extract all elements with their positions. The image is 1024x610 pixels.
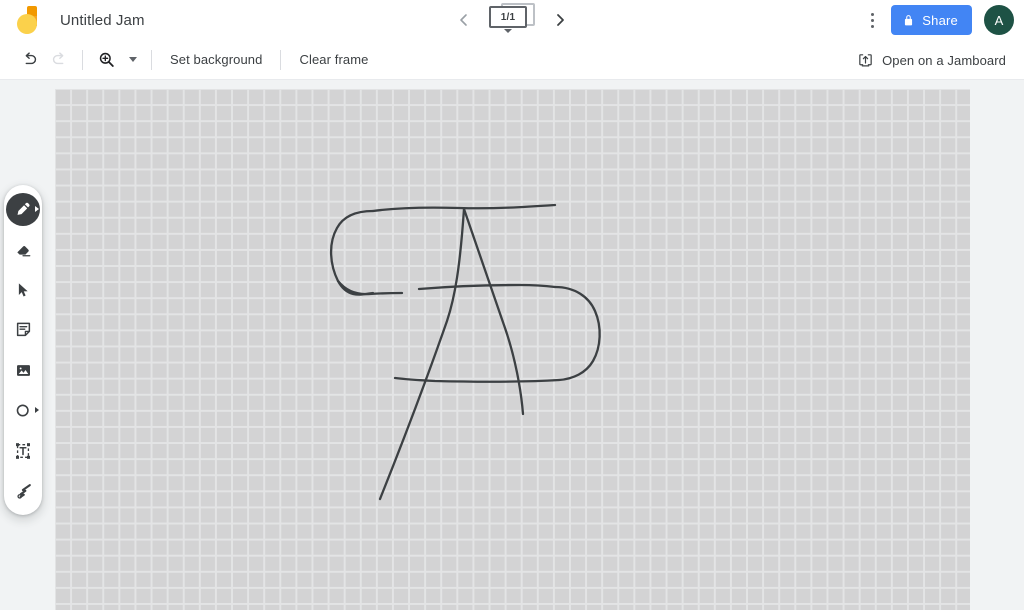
frame-navigation: 1/1: [451, 0, 573, 40]
tool-pen[interactable]: [6, 192, 40, 226]
chevron-down-icon: [504, 29, 512, 33]
next-frame-button[interactable]: [547, 7, 573, 33]
tool-eraser[interactable]: [6, 233, 40, 266]
image-icon: [16, 364, 30, 376]
zoom-options-button[interactable]: [121, 47, 143, 73]
jamboard-app: Untitled Jam 1/1 Share A Set background …: [0, 0, 1024, 610]
more-options-button[interactable]: [855, 3, 889, 37]
open-on-jamboard-button[interactable]: Open on a Jamboard: [849, 47, 1014, 74]
canvas-area: [0, 81, 1024, 610]
text-box-icon: [16, 442, 30, 459]
page-title[interactable]: Untitled Jam: [60, 12, 145, 29]
cursor-arrow-icon: [18, 283, 28, 297]
jam-canvas[interactable]: [55, 89, 970, 610]
toolbar-right-actions: Open on a Jamboard: [849, 40, 1014, 80]
clear-frame-button[interactable]: Clear frame: [289, 47, 378, 72]
tool-palette: [4, 185, 42, 515]
tool-text-box[interactable]: [6, 434, 40, 467]
toolbar-divider: [151, 49, 152, 70]
jamboard-logo-icon[interactable]: [10, 0, 50, 40]
share-button[interactable]: Share: [891, 5, 972, 35]
laser-pointer-icon: [16, 484, 31, 500]
undo-icon: [25, 52, 36, 65]
header-actions: Share A: [855, 0, 1024, 40]
tool-select[interactable]: [6, 273, 40, 306]
circle-shape-icon: [16, 404, 29, 417]
open-on-jamboard-label: Open on a Jamboard: [882, 52, 1006, 68]
pen-submenu-caret-icon: [35, 206, 39, 213]
shape-submenu-caret-icon: [35, 407, 39, 414]
app-header: Untitled Jam 1/1 Share A: [0, 0, 1024, 40]
toolbar-divider: [280, 49, 282, 70]
edit-toolbar: Set background Clear frame Open on a Jam…: [0, 40, 1024, 80]
chevron-left-icon: [460, 14, 467, 26]
cast-to-jamboard-icon: [859, 53, 872, 66]
pen-icon: [17, 202, 30, 216]
redo-icon: [52, 52, 63, 65]
eraser-icon: [16, 246, 30, 257]
share-button-label: Share: [922, 12, 958, 28]
tool-sticky-note[interactable]: [6, 313, 40, 346]
chevron-right-icon: [557, 14, 564, 26]
prev-frame-button[interactable]: [451, 7, 477, 33]
tool-laser[interactable]: [6, 474, 40, 507]
freehand-drawing: [329, 203, 601, 501]
frame-counter[interactable]: 1/1: [489, 3, 535, 37]
lock-icon: [905, 14, 913, 25]
zoom-in-button[interactable]: [91, 45, 121, 75]
sticky-note-icon: [16, 322, 30, 337]
undo-button[interactable]: [14, 45, 44, 75]
account-avatar[interactable]: A: [984, 5, 1014, 35]
frame-counter-label: 1/1: [500, 11, 516, 23]
set-background-button[interactable]: Set background: [160, 47, 272, 72]
zoom-in-icon: [99, 52, 114, 67]
redo-button[interactable]: [44, 45, 74, 75]
tool-image[interactable]: [6, 354, 40, 387]
avatar-initial: A: [994, 12, 1004, 28]
tool-shape[interactable]: [6, 394, 40, 427]
chevron-down-icon: [128, 57, 137, 62]
toolbar-divider: [82, 49, 83, 70]
